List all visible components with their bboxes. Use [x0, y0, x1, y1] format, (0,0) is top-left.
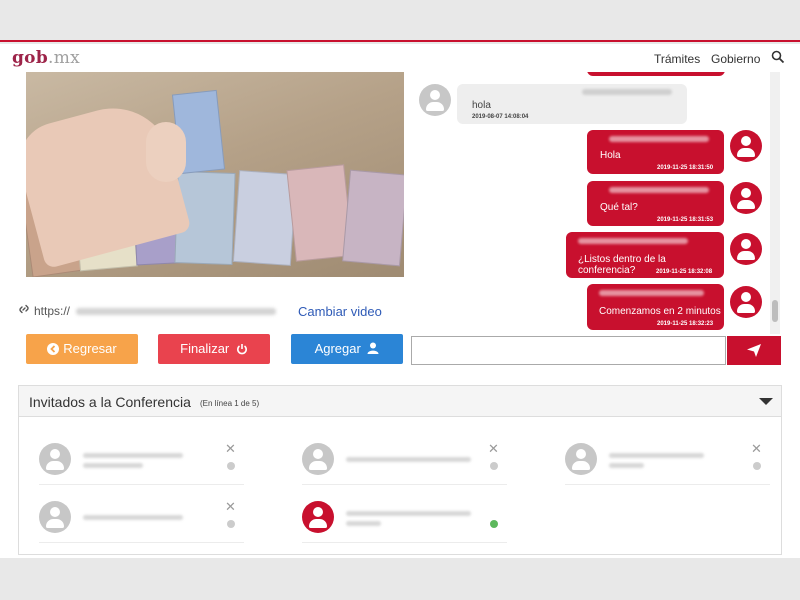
guest-name-redacted — [346, 521, 381, 526]
guest-name-redacted — [346, 457, 471, 462]
guest-item — [302, 499, 507, 543]
chat-avatar-other — [419, 84, 451, 116]
sender-name-redacted — [609, 187, 709, 193]
guest-avatar — [565, 443, 597, 475]
video-frame-detail — [342, 169, 404, 267]
guests-panel: Invitados a la Conferencia (En línea 1 d… — [18, 385, 782, 555]
chat-avatar-self — [730, 233, 762, 265]
guest-name-redacted — [83, 515, 183, 520]
message-text: Qué tal? — [600, 202, 638, 213]
video-link-url[interactable]: https:// — [34, 304, 70, 318]
guests-panel-header[interactable]: Invitados a la Conferencia (En línea 1 d… — [19, 386, 781, 417]
sender-name-redacted — [609, 136, 709, 142]
back-button[interactable]: Regresar — [26, 334, 138, 364]
video-frame-detail — [146, 122, 186, 182]
offline-status-dot — [227, 462, 235, 470]
sender-name-redacted — [582, 89, 672, 95]
back-button-label: Regresar — [63, 341, 117, 356]
chat-message-sent: Qué tal? 2019-11-25 18:31:53 — [587, 181, 724, 226]
chat-scrollbar[interactable] — [770, 72, 780, 334]
nav-link-gobierno[interactable]: Gobierno — [711, 52, 760, 66]
back-arrow-icon — [47, 336, 60, 366]
message-text: Hola — [600, 150, 621, 161]
chat-avatar-self — [730, 286, 762, 318]
guest-avatar — [302, 501, 334, 533]
logo-main-text: gob — [12, 48, 49, 68]
chat-panel: hola 2019-08-07 14:08:04 Hola 2019-11-25… — [412, 72, 768, 332]
offline-status-dot — [753, 462, 761, 470]
guest-name-redacted — [83, 453, 183, 458]
chat-message-input[interactable] — [411, 336, 726, 365]
chat-message-sent: Hola 2019-11-25 18:31:50 — [587, 130, 724, 174]
guest-avatar — [39, 501, 71, 533]
chat-avatar-self — [730, 130, 762, 162]
logo-suffix-text: .mx — [48, 48, 81, 68]
offline-status-dot — [227, 520, 235, 528]
remove-guest-icon[interactable]: ✕ — [751, 441, 762, 457]
guest-item: ✕ — [39, 499, 244, 543]
guest-name-redacted — [83, 463, 143, 468]
guest-item: ✕ — [565, 441, 770, 485]
message-text: hola — [472, 100, 491, 111]
video-player[interactable] — [26, 72, 404, 277]
offline-status-dot — [490, 462, 498, 470]
gob-mx-logo[interactable]: gob.mx — [12, 48, 80, 68]
collapse-caret-icon[interactable] — [759, 398, 773, 405]
guest-name-redacted — [609, 463, 644, 468]
guests-panel-title: Invitados a la Conferencia — [29, 394, 191, 410]
page: gob.mx Trámites Gobierno https:// Cambia… — [0, 44, 800, 558]
guests-online-count: (En línea 1 de 5) — [200, 399, 260, 408]
remove-guest-icon[interactable]: ✕ — [488, 441, 499, 457]
power-icon — [236, 336, 248, 366]
chat-message-received: hola 2019-08-07 14:08:04 — [457, 84, 687, 124]
guest-item: ✕ — [302, 441, 507, 485]
link-icon — [18, 302, 30, 318]
message-timestamp: 2019-11-25 18:31:50 — [657, 165, 714, 171]
guest-avatar — [39, 443, 71, 475]
add-guest-button-label: Agregar — [314, 341, 361, 356]
user-icon — [367, 335, 379, 365]
change-video-link[interactable]: Cambiar video — [298, 304, 382, 319]
guest-item: ✕ — [39, 441, 244, 485]
chat-avatar-self — [730, 182, 762, 214]
add-guest-button[interactable]: Agregar — [291, 334, 403, 364]
message-timestamp: 2019-11-25 18:31:53 — [657, 217, 714, 223]
video-link-url-redacted — [76, 308, 276, 315]
navbar: gob.mx Trámites Gobierno — [0, 44, 800, 72]
send-button[interactable] — [727, 336, 781, 365]
finish-button[interactable]: Finalizar — [158, 334, 270, 364]
chat-message-sent: Comenzamos en 2 minutos 2019-11-25 18:32… — [587, 284, 724, 330]
message-timestamp: 2019-08-07 14:08:04 — [472, 114, 529, 120]
search-icon[interactable] — [771, 50, 785, 64]
chat-scrollbar-thumb[interactable] — [772, 300, 778, 322]
guest-name-redacted — [346, 511, 471, 516]
guest-name-redacted — [609, 453, 704, 458]
message-timestamp: 2019-11-25 18:32:23 — [657, 321, 714, 327]
send-icon — [747, 344, 761, 357]
remove-guest-icon[interactable]: ✕ — [225, 499, 236, 515]
online-status-dot — [490, 520, 498, 528]
chat-bubble-partial — [587, 72, 725, 76]
guest-avatar — [302, 443, 334, 475]
message-timestamp: 2019-11-25 18:32:08 — [656, 269, 713, 275]
chat-message-sent: ¿Listos dentro de la conferencia? 2019-1… — [566, 232, 724, 278]
finish-button-label: Finalizar — [180, 341, 230, 356]
sender-name-redacted — [578, 238, 688, 244]
top-band — [0, 0, 800, 42]
remove-guest-icon[interactable]: ✕ — [225, 441, 236, 457]
sender-name-redacted — [599, 290, 704, 296]
message-text: Comenzamos en 2 minutos — [599, 306, 721, 317]
nav-link-tramites[interactable]: Trámites — [654, 52, 700, 66]
bottom-band — [0, 558, 800, 600]
